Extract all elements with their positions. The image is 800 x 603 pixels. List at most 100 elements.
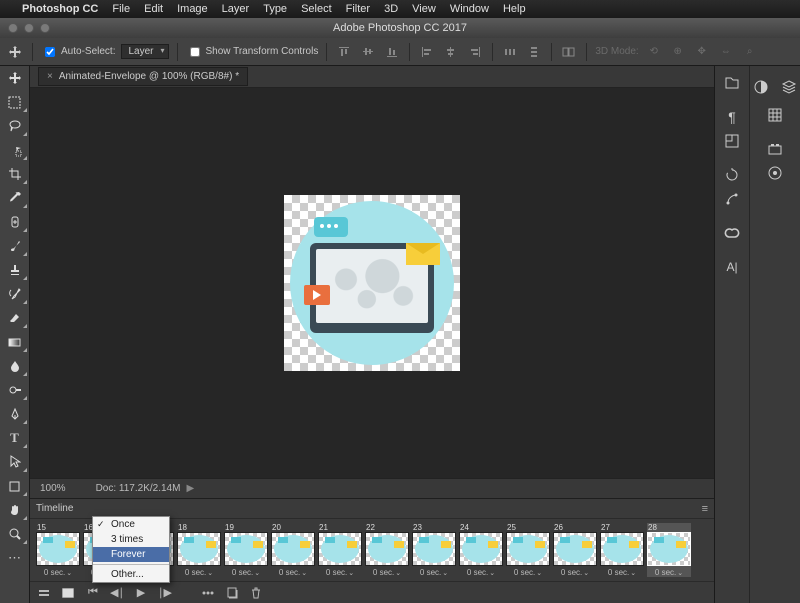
styles-icon[interactable]	[764, 162, 786, 184]
quick-select-tool[interactable]	[0, 138, 29, 162]
next-frame-icon[interactable]: ∣▶	[158, 586, 172, 599]
frame-thumbnail[interactable]	[600, 532, 644, 566]
frame-delay[interactable]: 0 sec.⌄	[412, 566, 456, 577]
zoom-tool[interactable]	[0, 522, 29, 546]
auto-select-checkbox[interactable]: Auto-Select:	[41, 44, 115, 60]
frame-delay[interactable]: 0 sec.⌄	[553, 566, 597, 577]
align-right-icon[interactable]	[466, 43, 484, 61]
frame-thumbnail[interactable]	[224, 532, 268, 566]
paths-icon[interactable]	[721, 188, 743, 210]
creative-cloud-icon[interactable]	[721, 222, 743, 244]
timeline-frame[interactable]: 220 sec.⌄	[365, 523, 409, 577]
eyedropper-tool[interactable]	[0, 186, 29, 210]
character-icon[interactable]: A|	[721, 256, 743, 278]
document-tab[interactable]: × Animated-Envelope @ 100% (RGB/8#) *	[38, 67, 248, 86]
loop-option-once[interactable]: Once	[93, 517, 169, 532]
timeline-frame[interactable]: 240 sec.⌄	[459, 523, 503, 577]
timeline-frame[interactable]: 150 sec.⌄	[36, 523, 80, 577]
status-flyout-icon[interactable]: ▶	[186, 483, 194, 494]
distribute-h-icon[interactable]	[501, 43, 519, 61]
zoom-level[interactable]: 100%	[40, 483, 66, 494]
type-tool[interactable]: T	[0, 426, 29, 450]
align-bottom-icon[interactable]	[383, 43, 401, 61]
frame-thumbnail[interactable]	[365, 532, 409, 566]
move-tool[interactable]	[0, 66, 29, 90]
history-brush-tool[interactable]	[0, 282, 29, 306]
marquee-tool[interactable]	[0, 90, 29, 114]
frame-thumbnail[interactable]	[412, 532, 456, 566]
frame-thumbnail[interactable]	[553, 532, 597, 566]
frame-delay[interactable]: 0 sec.⌄	[506, 566, 550, 577]
frame-thumbnail[interactable]	[271, 532, 315, 566]
align-hcenter-icon[interactable]	[442, 43, 460, 61]
adjustments-icon[interactable]	[764, 138, 786, 160]
distribute-v-icon[interactable]	[525, 43, 543, 61]
show-transform-checkbox[interactable]: Show Transform Controls	[186, 44, 319, 60]
auto-align-icon[interactable]	[560, 43, 578, 61]
delete-frame-icon[interactable]	[250, 587, 264, 599]
menu-type[interactable]: Type	[263, 3, 287, 15]
align-vcenter-icon[interactable]	[359, 43, 377, 61]
pen-tool[interactable]	[0, 402, 29, 426]
frame-delay[interactable]: 0 sec.⌄	[647, 566, 691, 577]
menu-view[interactable]: View	[412, 3, 436, 15]
frame-delay[interactable]: 0 sec.⌄	[318, 566, 362, 577]
document-canvas[interactable]	[284, 195, 460, 371]
path-select-tool[interactable]	[0, 450, 29, 474]
stamp-tool[interactable]	[0, 258, 29, 282]
timeline-frame[interactable]: 190 sec.⌄	[224, 523, 268, 577]
frame-delay[interactable]: 0 sec.⌄	[365, 566, 409, 577]
dodge-tool[interactable]	[0, 378, 29, 402]
timeline-frame[interactable]: 200 sec.⌄	[271, 523, 315, 577]
crop-tool[interactable]	[0, 162, 29, 186]
align-top-icon[interactable]	[335, 43, 353, 61]
lasso-tool[interactable]	[0, 114, 29, 138]
prev-frame-icon[interactable]: ◀∣	[110, 586, 124, 599]
refresh-icon[interactable]	[721, 164, 743, 186]
tween-icon[interactable]	[202, 588, 216, 598]
frame-thumbnail[interactable]	[506, 532, 550, 566]
menu-filter[interactable]: Filter	[346, 3, 370, 15]
new-frame-icon[interactable]	[226, 587, 240, 599]
menu-file[interactable]: File	[112, 3, 130, 15]
menu-help[interactable]: Help	[503, 3, 526, 15]
timeline-frame[interactable]: 230 sec.⌄	[412, 523, 456, 577]
frame-delay[interactable]: 0 sec.⌄	[224, 566, 268, 577]
loop-option-3times[interactable]: 3 times	[93, 532, 169, 547]
timeline-frame[interactable]: 260 sec.⌄	[553, 523, 597, 577]
eraser-tool[interactable]	[0, 306, 29, 330]
blur-tool[interactable]	[0, 354, 29, 378]
frame-delay[interactable]: 0 sec.⌄	[36, 566, 80, 577]
color-icon[interactable]	[750, 76, 772, 98]
timeline-frame[interactable]: 280 sec.⌄	[647, 523, 691, 577]
timeline-panel-menu-icon[interactable]: ≡	[702, 503, 708, 515]
menu-3d[interactable]: 3D	[384, 3, 398, 15]
close-tab-icon[interactable]: ×	[47, 71, 53, 82]
align-left-icon[interactable]	[418, 43, 436, 61]
brush-tool[interactable]	[0, 234, 29, 258]
frame-thumbnail[interactable]	[459, 532, 503, 566]
canvas-area[interactable]	[30, 88, 714, 478]
timeline-frame[interactable]: 250 sec.⌄	[506, 523, 550, 577]
tools-more-icon[interactable]: ⋯	[0, 546, 29, 570]
frame-delay[interactable]: 0 sec.⌄	[177, 566, 221, 577]
gradient-tool[interactable]	[0, 330, 29, 354]
swatches-icon[interactable]	[764, 104, 786, 126]
play-icon[interactable]: ▶	[134, 586, 148, 599]
timeline-frame[interactable]: 210 sec.⌄	[318, 523, 362, 577]
shape-tool[interactable]	[0, 474, 29, 498]
layers-icon[interactable]	[778, 76, 800, 98]
menu-window[interactable]: Window	[450, 3, 489, 15]
glyphs-icon[interactable]	[721, 130, 743, 152]
frame-thumbnail[interactable]	[647, 532, 691, 566]
loop-option-forever[interactable]: Forever	[93, 547, 169, 562]
loop-options-button[interactable]	[62, 588, 76, 598]
app-name[interactable]: Photoshop CC	[22, 3, 98, 15]
frame-thumbnail[interactable]	[36, 532, 80, 566]
menu-image[interactable]: Image	[177, 3, 208, 15]
hand-tool[interactable]	[0, 498, 29, 522]
timeline-frame[interactable]: 270 sec.⌄	[600, 523, 644, 577]
auto-select-target-combo[interactable]: Layer	[121, 44, 168, 59]
frame-thumbnail[interactable]	[177, 532, 221, 566]
frame-delay[interactable]: 0 sec.⌄	[600, 566, 644, 577]
